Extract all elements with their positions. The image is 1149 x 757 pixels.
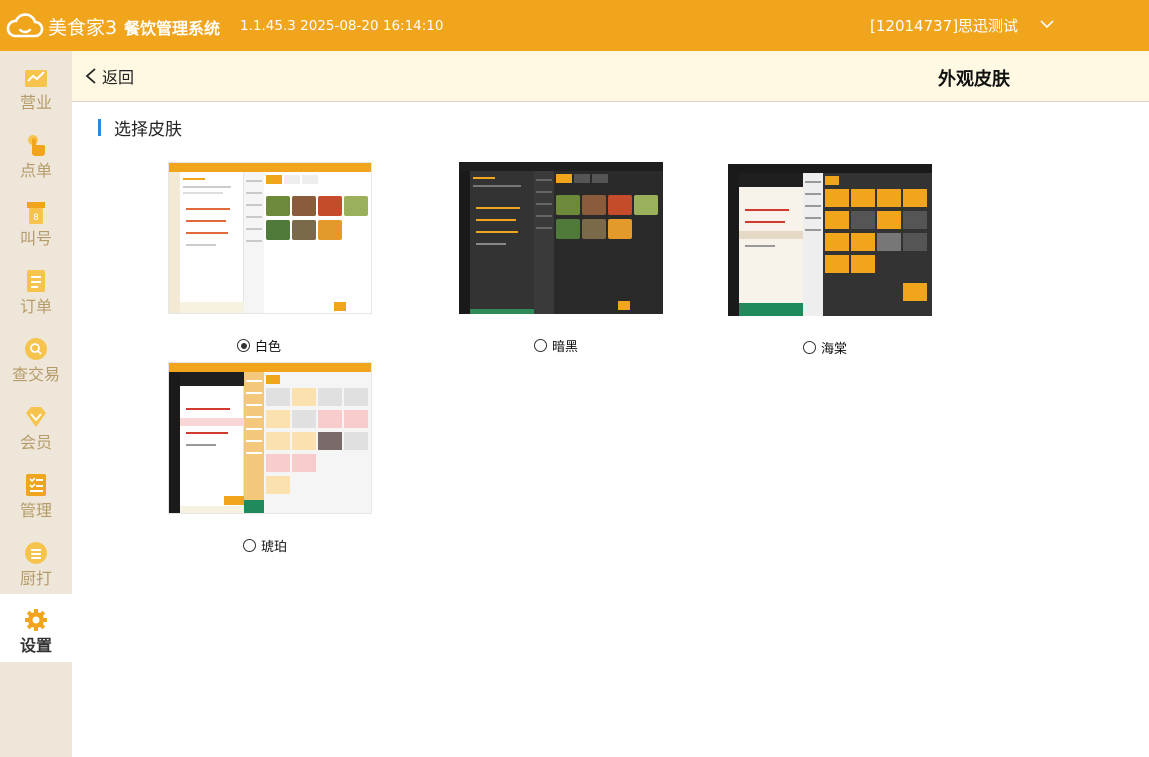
- logo-text: 美食家3: [48, 16, 118, 39]
- skin-preview-haitang[interactable]: [728, 164, 932, 316]
- section-label: 选择皮肤: [114, 119, 182, 140]
- back-button[interactable]: 返回: [84, 64, 134, 88]
- skin-label: 暗黑: [552, 340, 579, 355]
- sidebar-item-kitchen-print[interactable]: 厨打: [0, 527, 72, 595]
- sidebar-item-settings[interactable]: 设置: [0, 594, 72, 662]
- chevron-left-icon: [85, 68, 96, 84]
- skin-option-dark[interactable]: 暗黑: [534, 336, 578, 355]
- section-title: 选择皮肤: [98, 116, 182, 140]
- member-diamond-icon: [26, 407, 46, 427]
- account-name[interactable]: [12014737]思迅测试: [870, 15, 1018, 36]
- sidebar-item-label: 营业: [19, 93, 52, 112]
- radio-button[interactable]: [237, 339, 250, 352]
- sidebar-item-label: 查交易: [11, 365, 60, 384]
- top-bar: 美食家3 餐饮管理系统 1.1.45.3 2025-08-20 16:14:10…: [0, 0, 1149, 51]
- skin-preview-white[interactable]: [168, 162, 372, 314]
- skin-label: 白色: [255, 340, 282, 355]
- radio-button[interactable]: [243, 539, 256, 552]
- skin-option-amber[interactable]: 琥珀: [243, 536, 287, 555]
- gear-icon: [25, 609, 47, 631]
- skin-label: 琥珀: [261, 540, 288, 555]
- version-info: 1.1.45.3 2025-08-20 16:14:10: [240, 18, 444, 34]
- cloud-logo-icon: [6, 13, 44, 38]
- sidebar-item-orders[interactable]: 订单: [0, 255, 72, 323]
- section-accent-bar: [98, 118, 101, 136]
- sidebar-item-transactions[interactable]: 查交易: [0, 323, 72, 391]
- sidebar-item-label: 点单: [19, 161, 52, 180]
- skin-option-white[interactable]: 白色: [237, 336, 281, 355]
- back-label: 返回: [102, 68, 135, 87]
- skin-option-haitang[interactable]: 海棠: [803, 338, 847, 357]
- sidebar-item-label: 叫号: [19, 229, 52, 248]
- svg-text:8: 8: [33, 213, 39, 223]
- skin-preview-amber[interactable]: [168, 362, 372, 514]
- skin-preview-dark[interactable]: [459, 162, 663, 314]
- sidebar-item-label: 订单: [19, 297, 52, 316]
- skin-label: 海棠: [821, 342, 848, 357]
- business-icon: [25, 70, 47, 87]
- system-title: 餐饮管理系统: [124, 19, 221, 38]
- manage-list-icon: [26, 474, 46, 496]
- sidebar-item-manage[interactable]: 管理: [0, 459, 72, 527]
- sidebar-item-label: 设置: [19, 636, 52, 655]
- sidebar-item-business[interactable]: 营业: [0, 51, 72, 119]
- sidebar: 营业 点单 8 叫号 订单 查交易 会员 管理 厨打 设置: [0, 51, 72, 757]
- page-title: 外观皮肤: [938, 69, 1010, 90]
- order-hand-icon: [28, 135, 45, 156]
- sidebar-item-order[interactable]: 点单: [0, 119, 72, 187]
- sidebar-item-label: 管理: [19, 501, 52, 520]
- app-logo: 美食家3: [6, 11, 117, 41]
- sidebar-item-label: 厨打: [19, 569, 52, 588]
- radio-button[interactable]: [803, 341, 816, 354]
- sidebar-item-call-number[interactable]: 8 叫号: [0, 187, 72, 255]
- radio-button[interactable]: [534, 339, 547, 352]
- sidebar-item-member[interactable]: 会员: [0, 391, 72, 459]
- kitchen-print-icon: [25, 542, 47, 564]
- call-number-icon: 8: [27, 202, 45, 224]
- sidebar-item-label: 会员: [19, 433, 52, 452]
- sub-header: 返回 外观皮肤: [72, 51, 1149, 102]
- search-transaction-icon: [25, 338, 47, 360]
- chevron-down-icon[interactable]: [1039, 16, 1055, 32]
- order-list-icon: [27, 270, 45, 292]
